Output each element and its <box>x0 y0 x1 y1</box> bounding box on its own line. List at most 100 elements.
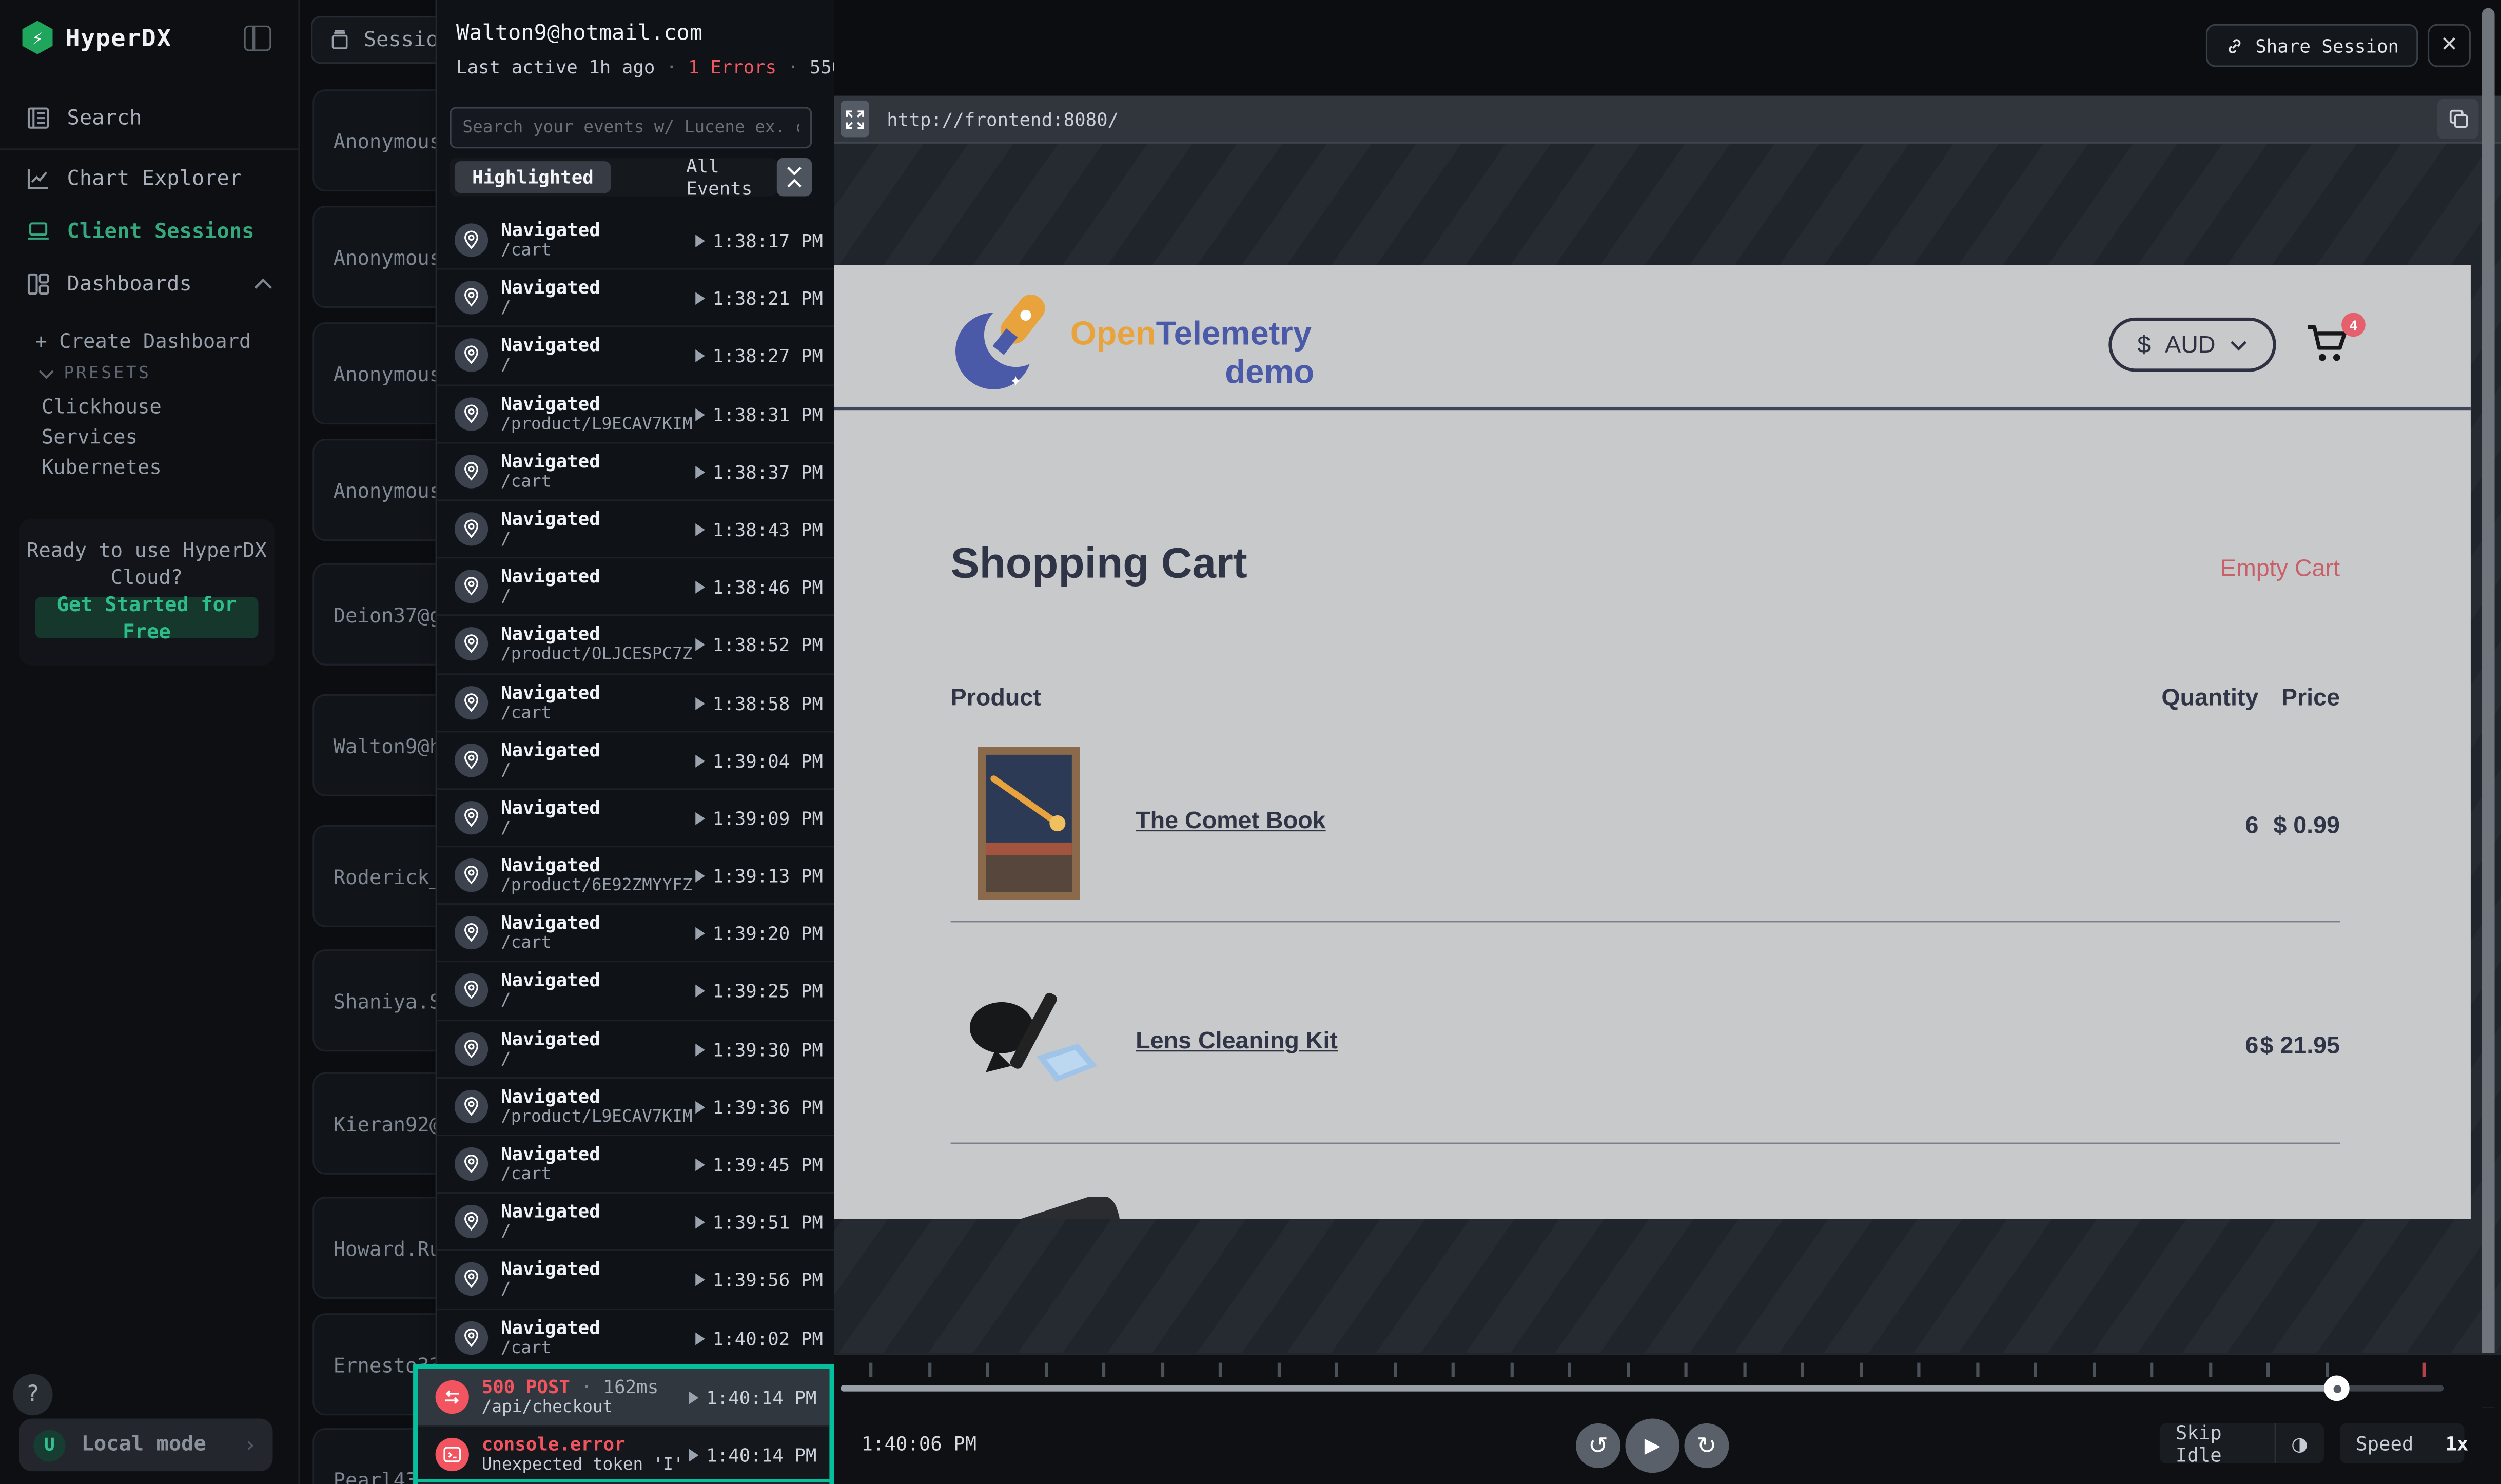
console-error-row[interactable]: console.errorUnexpected token 'I'…1:40:1… <box>418 1427 829 1484</box>
event-time[interactable]: 1:38:31 PM <box>695 403 823 425</box>
sidebar-item-search[interactable]: Search <box>0 97 298 139</box>
collapse-events-button[interactable] <box>777 158 812 197</box>
timeline-track[interactable] <box>841 1385 2444 1391</box>
event-time[interactable]: 1:38:27 PM <box>695 345 823 368</box>
avatar: U <box>33 1429 65 1461</box>
tab-all-events[interactable]: All Events <box>669 161 777 193</box>
event-path: / <box>501 357 511 376</box>
event-time[interactable]: 1:38:21 PM <box>695 287 823 310</box>
event-time[interactable]: 1:39:20 PM <box>695 923 823 945</box>
event-row[interactable]: Navigated/product/L9ECAV7KIM1:39:36 PM <box>437 1079 836 1137</box>
navigation-pin-icon <box>455 1147 488 1181</box>
event-row[interactable]: Navigated/1:38:46 PM <box>437 559 836 617</box>
event-row[interactable]: Navigated/1:39:30 PM <box>437 1021 836 1079</box>
timeline-handle[interactable] <box>2324 1376 2350 1401</box>
timeline-tick <box>1393 1363 1396 1377</box>
event-time[interactable]: 1:39:45 PM <box>695 1154 823 1176</box>
speed-value[interactable]: 1x <box>2429 1432 2484 1455</box>
error-request-row[interactable]: 500 POST · 162ms/api/checkout1:40:14 PM <box>418 1369 829 1427</box>
event-row[interactable]: Navigated/1:38:43 PM <box>437 501 836 559</box>
event-row[interactable]: Navigated/1:39:56 PM <box>437 1252 836 1310</box>
timeline-tick <box>2324 1363 2328 1377</box>
event-row[interactable]: Navigated/cart1:38:37 PM <box>437 443 836 501</box>
event-time[interactable]: 1:40:02 PM <box>695 1327 823 1350</box>
event-time[interactable]: 1:38:43 PM <box>695 518 823 541</box>
tab-highlighted[interactable]: Highlighted <box>455 161 611 193</box>
navigation-pin-icon <box>455 743 488 776</box>
event-time[interactable]: 1:38:58 PM <box>695 692 823 714</box>
event-time[interactable]: 1:39:30 PM <box>695 1038 823 1061</box>
event-row[interactable]: Navigated/product/6E92ZMYYFZ1:39:13 PM <box>437 847 836 905</box>
product-link[interactable]: The Comet Book <box>1136 808 1325 835</box>
forward-button[interactable]: ↻ <box>1684 1423 1729 1468</box>
event-row[interactable]: Navigated/cart1:38:58 PM <box>437 674 836 732</box>
dashboards-icon <box>26 271 51 297</box>
get-started-button[interactable]: Get Started for Free <box>35 597 258 638</box>
help-button[interactable]: ? <box>13 1374 53 1415</box>
event-time[interactable]: 1:39:56 PM <box>695 1269 823 1292</box>
sidebar-item-client-sessions[interactable]: Client Sessions <box>0 210 298 252</box>
event-path: / <box>501 588 511 607</box>
skip-idle-toggle[interactable]: ◑ <box>2275 1432 2324 1455</box>
event-row[interactable]: Navigated/product/L9ECAV7KIM1:38:31 PM <box>437 385 836 443</box>
event-row[interactable]: Navigated/1:39:51 PM <box>437 1194 836 1252</box>
event-row[interactable]: Navigated/1:39:09 PM <box>437 790 836 848</box>
event-row[interactable]: Navigated/cart1:39:45 PM <box>437 1136 836 1194</box>
event-row[interactable]: Navigated/cart1:40:02 PM <box>437 1310 836 1368</box>
empty-cart-button[interactable]: Empty Cart <box>2220 555 2340 582</box>
sidebar-item-chart-explorer[interactable]: Chart Explorer <box>0 158 298 200</box>
copy-url-button[interactable] <box>2437 99 2479 139</box>
event-time[interactable]: 1:39:36 PM <box>695 1096 823 1119</box>
event-time[interactable]: 1:38:46 PM <box>695 576 823 599</box>
event-row[interactable]: Navigated/1:38:21 PM <box>437 270 836 328</box>
event-row[interactable]: Navigated/1:38:27 PM <box>437 328 836 386</box>
event-row[interactable]: Navigated/1:39:25 PM <box>437 963 836 1021</box>
presets-label[interactable]: PRESETS <box>38 364 151 383</box>
event-row[interactable]: Navigated/1:39:04 PM <box>437 732 836 790</box>
app: ⚡ HyperDX Search Chart Explorer Client S… <box>0 0 2501 1484</box>
brand[interactable]: ⚡ HyperDX <box>23 21 172 54</box>
event-row[interactable]: Navigated/cart1:38:17 PM <box>437 212 836 270</box>
event-time[interactable]: 1:40:14 PM <box>689 1387 816 1409</box>
event-time[interactable]: 1:39:04 PM <box>695 750 823 772</box>
player-scrollbar[interactable] <box>2482 8 2495 1417</box>
timeline-tick <box>1335 1363 1338 1377</box>
cart-button[interactable]: 4 <box>2305 322 2359 370</box>
timeline-tick <box>1917 1363 1920 1377</box>
event-time[interactable]: 1:39:51 PM <box>695 1212 823 1234</box>
product-link[interactable]: Lens Cleaning Kit <box>1136 1028 1338 1055</box>
current-time: 1:40:06 PM <box>862 1433 977 1456</box>
event-title: Navigated <box>501 392 600 415</box>
event-time[interactable]: 1:39:25 PM <box>695 981 823 1003</box>
sidebar-collapse-icon[interactable] <box>244 26 271 51</box>
rewind-button[interactable]: ↺ <box>1576 1423 1620 1468</box>
event-time[interactable]: 1:39:13 PM <box>695 865 823 888</box>
event-time[interactable]: 1:38:52 PM <box>695 634 823 657</box>
currency-selector[interactable]: $ AUD <box>2108 318 2276 372</box>
timeline[interactable] <box>834 1353 2501 1408</box>
event-title: 500 POST <box>482 1376 570 1398</box>
event-time[interactable]: 1:38:37 PM <box>695 461 823 483</box>
event-row[interactable]: Navigated/product/OLJCESPC7Z1:38:52 PM <box>437 616 836 674</box>
event-row[interactable]: Navigated/cart1:39:20 PM <box>437 905 836 963</box>
timeline-error-marker <box>2423 1363 2426 1377</box>
navigation-pin-icon <box>455 628 488 661</box>
fullscreen-button[interactable] <box>841 101 869 138</box>
timeline-tick <box>2266 1363 2270 1377</box>
sidebar-item-dashboards[interactable]: Dashboards <box>0 263 298 305</box>
navigation-pin-icon <box>455 858 488 892</box>
play-button[interactable]: ▶ <box>1625 1419 1679 1473</box>
sidebar-preset-kubernetes[interactable]: Kubernetes <box>42 455 162 479</box>
close-button[interactable]: ✕ <box>2428 24 2471 67</box>
event-time[interactable]: 1:38:17 PM <box>695 230 823 252</box>
event-time[interactable]: 1:40:14 PM <box>689 1444 816 1467</box>
event-time[interactable]: 1:39:09 PM <box>695 807 823 830</box>
events-search-input[interactable] <box>450 107 812 148</box>
sidebar-preset-clickhouse[interactable]: Clickhouse <box>42 394 162 418</box>
rewind-icon: ↺ <box>1588 1431 1608 1460</box>
play-from-here-icon <box>695 985 705 998</box>
sidebar-preset-services[interactable]: Services <box>42 424 138 448</box>
create-dashboard-link[interactable]: + Create Dashboard <box>35 329 251 353</box>
share-session-button[interactable]: Share Session <box>2206 24 2418 67</box>
local-mode-menu[interactable]: U Local mode › <box>19 1419 272 1472</box>
